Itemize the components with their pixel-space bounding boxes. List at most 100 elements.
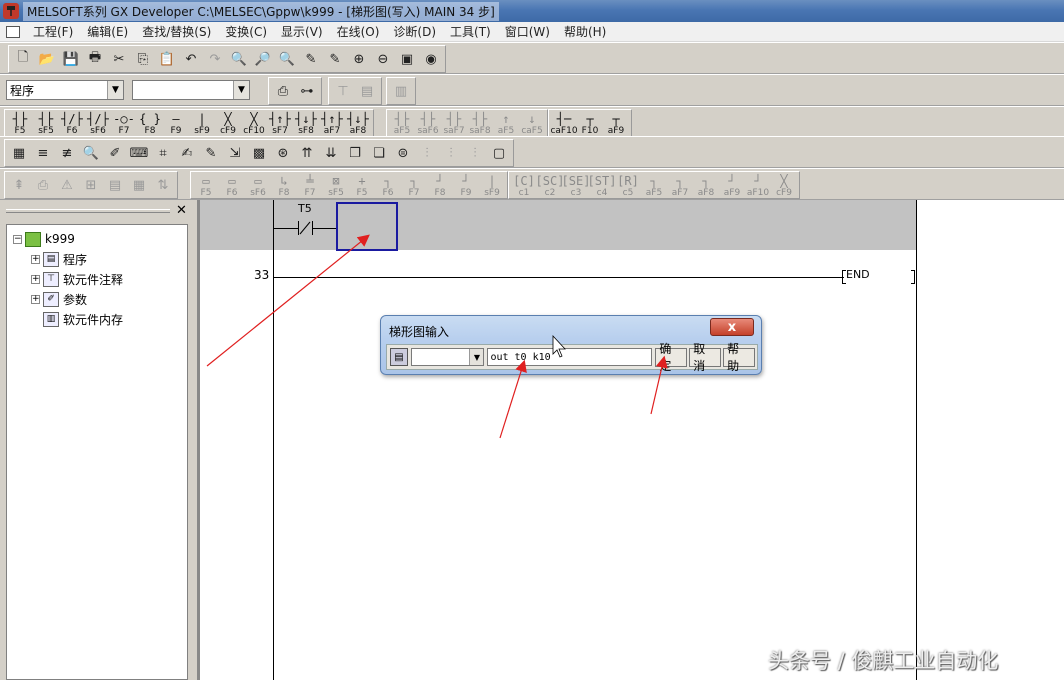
window-alt-icon[interactable]: ❏ [368,142,390,164]
key-af7-button[interactable]: ┤↑├ aF7 [320,110,344,137]
key-cf9-button[interactable]: ╳ cF9 [216,110,240,137]
key-f5-button[interactable]: ┤├ F5 [8,110,32,137]
key-af8-button[interactable]: ┤↓├ aF8 [346,110,370,137]
save-icon[interactable]: 💾 [60,48,82,70]
key-saf6-button[interactable]: ┤├ saF6 [416,110,440,137]
key-c3-button[interactable]: [SE] c3 [562,172,591,199]
key-f8-button[interactable]: ┘ F8 [428,172,452,199]
find-instruction-icon[interactable]: 🔎 [252,48,274,70]
sfc-print-icon[interactable]: ⎙ [32,174,54,196]
key-af5-button[interactable]: ┐ aF5 [642,172,666,199]
key-c1-button[interactable]: [C] c1 [512,172,536,199]
tree-node-device-comment[interactable]: + ⊤ 软元件注释 [31,270,123,288]
program-combo[interactable]: ▼ [132,80,250,100]
key-f9-button[interactable]: — F9 [164,110,188,137]
expand-icon[interactable]: + [31,274,40,284]
key-sf5-button[interactable]: ┤├ sF5 [34,110,58,137]
menu-help[interactable]: 帮助(H) [557,23,613,40]
sfc-block-icon[interactable]: ▦ [128,174,150,196]
sfc-sort-icon[interactable]: ⇅ [152,174,174,196]
print-icon[interactable]: 🖶 [84,48,106,70]
collapse-icon[interactable]: − [13,234,22,244]
key-f5-button[interactable]: ▭ F5 [194,172,218,199]
new-file-icon[interactable]: 🗋 [12,48,34,70]
comment-toggle-icon[interactable]: ⎙ [272,80,294,102]
key-caf10-button[interactable]: ┤─ caF10 [550,110,577,137]
open-folder-icon[interactable]: 📂 [36,48,58,70]
device-search-icon[interactable]: 🔍 [80,142,102,164]
key-sf6-button[interactable]: ┤/├ sF6 [86,110,110,137]
paste-icon[interactable]: 📋 [156,48,178,70]
key-c2-button[interactable]: [SC] c2 [536,172,565,199]
menu-find-replace[interactable]: 查找/替换(S) [135,23,218,40]
key-f7-button[interactable]: ╧ F7 [298,172,322,199]
diagnostics-icon[interactable]: ⊜ [392,142,414,164]
pane-grip[interactable] [6,209,170,213]
copy-icon[interactable]: ⎘ [132,48,154,70]
ladder-cursor[interactable] [336,202,398,251]
menu-diagnostics[interactable]: 诊断(D) [386,23,443,40]
cut-icon[interactable]: ✂ [108,48,130,70]
magnify-icon[interactable]: ⊛ [272,142,294,164]
device-batch-icon[interactable]: ⊤ [332,80,354,102]
sfc-batch-icon[interactable]: ⊞ [80,174,102,196]
key-sf8-button[interactable]: ┤↓├ sF8 [294,110,318,137]
instruction-input[interactable]: out t0 k10 [487,348,653,366]
zoom-out-icon[interactable]: ⊖ [372,48,394,70]
insert-row-icon[interactable]: ≡ [32,142,54,164]
step-jump-icon[interactable]: ⇲ [224,142,246,164]
ladder-list-toggle-icon[interactable]: ⊶ [296,80,318,102]
symbol-select[interactable]: ▼ [410,348,485,366]
chevron-down-icon[interactable]: ▼ [233,81,249,99]
tree-node-parameter[interactable]: + ✐ 参数 [31,290,87,308]
key-af9-button[interactable]: ┘ aF9 [720,172,744,199]
close-icon[interactable]: ✕ [176,203,187,218]
menu-project[interactable]: 工程(F) [26,23,80,40]
zoom-in-icon[interactable]: ⊕ [348,48,370,70]
tree-node-root[interactable]: − k999 [13,230,75,248]
chevron-down-icon[interactable]: ▼ [107,81,123,99]
monitor-write-icon[interactable]: ◉ [420,48,442,70]
document-icon[interactable] [6,25,20,38]
tree-node-device-memory[interactable]: ▥ 软元件内存 [43,310,123,328]
undo-icon[interactable]: ↶ [180,48,202,70]
online-read-icon[interactable]: ⇊ [320,142,342,164]
read-plc-icon[interactable]: ✎ [324,48,346,70]
menu-window[interactable]: 窗口(W) [498,23,557,40]
key-c4-button[interactable]: [ST] c4 [588,172,617,199]
key-f5-button[interactable]: + F5 [350,172,374,199]
key-sf9-button[interactable]: | sF9 [480,172,504,199]
normally-closed-contact[interactable] [298,221,312,235]
key-af7-button[interactable]: ┐ aF7 [668,172,692,199]
menu-edit[interactable]: 编辑(E) [80,23,135,40]
key-af10-button[interactable]: ┘ aF10 [746,172,770,199]
sfc-transition-icon[interactable]: ⫶ [464,142,486,164]
sfc-ladder-icon[interactable]: ⫶ [416,142,438,164]
sfc-step-list-icon[interactable]: ▤ [104,174,126,196]
key-f8-button[interactable]: { } F8 [138,110,162,137]
key-sf5-button[interactable]: ⊠ sF5 [324,172,348,199]
find-string-icon[interactable]: 🔍 [276,48,298,70]
key-f8-button[interactable]: ↳ F8 [272,172,296,199]
find-device-icon[interactable]: 🔍 [228,48,250,70]
device-edit-icon[interactable]: ✐ [104,142,126,164]
key-cf9-button[interactable]: ╳ cF9 [772,172,796,199]
cancel-button[interactable]: 取消 [689,342,722,373]
key-sf9-button[interactable]: | sF9 [190,110,214,137]
key-cf10-button[interactable]: ╳ cF10 [242,110,266,137]
sfc-step-icon[interactable]: ⫶ [440,142,462,164]
expand-icon[interactable]: + [31,254,40,264]
alias-icon[interactable]: ✎ [200,142,222,164]
key-sf7-button[interactable]: ┤↑├ sF7 [268,110,292,137]
key-saf7-button[interactable]: ┤├ saF7 [442,110,466,137]
device-list-icon[interactable]: ▤ [356,80,378,102]
key-f10-button[interactable]: ┬ F10 [578,110,602,137]
note-icon[interactable]: ✍ [176,142,198,164]
window-icon[interactable]: ❐ [344,142,366,164]
tree-node-program[interactable]: + ▤ 程序 [31,250,87,268]
key-f6-button[interactable]: ┐ F6 [376,172,400,199]
key-af9-button[interactable]: ┬ aF9 [604,110,628,137]
key-f7-button[interactable]: ┐ F7 [402,172,426,199]
key-f7-button[interactable]: -○- F7 [112,110,136,137]
key-f6-button[interactable]: ┤/├ F6 [60,110,84,137]
